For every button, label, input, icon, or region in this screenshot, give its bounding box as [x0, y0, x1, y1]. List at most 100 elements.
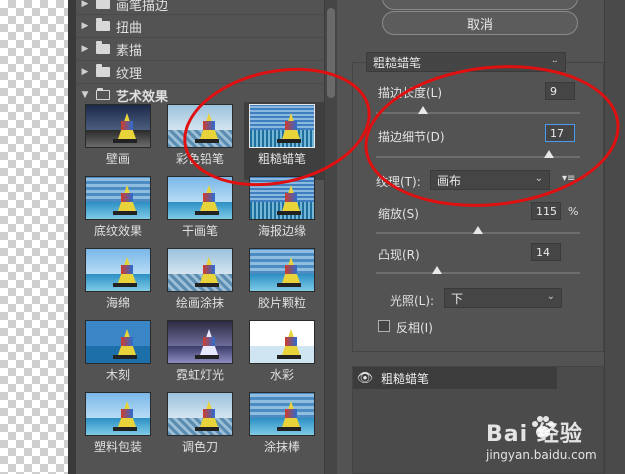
filter-label: 调色刀	[181, 440, 218, 454]
filter-watercolor[interactable]: 水彩	[244, 318, 324, 396]
filter-smudge-stick[interactable]: 涂抹棒	[244, 390, 324, 468]
filter-sponge[interactable]: 海绵	[80, 246, 160, 324]
ok-button[interactable]	[382, 0, 578, 10]
category-label: 纹理	[116, 66, 143, 82]
gallery-scrollbar[interactable]	[324, 0, 337, 474]
stroke-length-label: 描边长度(L)	[378, 86, 443, 100]
watermark-brand: Bai 经验	[486, 422, 583, 447]
folder-icon	[96, 41, 110, 54]
scaling-unit: %	[568, 205, 579, 218]
filter-label: 胶片颗粒	[257, 296, 306, 310]
filter-thumbnail	[249, 104, 315, 148]
category-texture[interactable]: ▶ 纹理	[80, 62, 142, 82]
stroke-length-slider-track[interactable]	[376, 112, 580, 114]
texture-select-value: 画布	[437, 173, 462, 188]
filter-label: 干画笔	[181, 224, 218, 238]
filter-thumbnail	[85, 104, 151, 148]
category-label: 画笔描边	[116, 0, 169, 14]
scaling-input[interactable]: 115	[531, 202, 561, 220]
relief-slider-knob[interactable]	[432, 266, 443, 274]
filter-thumbnail	[85, 248, 151, 292]
light-select-value: 下	[451, 291, 464, 306]
filter-label: 水彩	[269, 368, 294, 382]
texture-label: 纹理(T):	[376, 175, 421, 189]
stroke-length-input[interactable]: 9	[545, 82, 575, 100]
filter-thumbnail	[167, 392, 233, 436]
filter-thumbnail	[249, 248, 315, 292]
folder-open-icon	[96, 88, 110, 100]
chevron-right-icon: ▶	[81, 0, 89, 9]
relief-slider-track[interactable]	[376, 272, 580, 274]
filter-thumbnail	[85, 392, 151, 436]
filter-underpainting[interactable]: 底纹效果	[80, 174, 160, 252]
filter-paint-daubs[interactable]: 绘画涂抹	[162, 246, 242, 324]
filter-label: 霓虹灯光	[175, 368, 224, 382]
filter-thumbnail	[249, 392, 315, 436]
filter-thumbnail	[249, 320, 315, 364]
relief-input[interactable]: 14	[531, 243, 561, 261]
relief-label: 凸现(R)	[378, 248, 420, 262]
watermark-url: jingyan.baidu.com	[486, 448, 597, 462]
divider	[76, 60, 324, 61]
filter-label: 木刻	[105, 368, 130, 382]
chevron-down-icon: ⌄	[546, 291, 555, 302]
stroke-detail-input[interactable]: 17	[545, 124, 575, 142]
category-sketch[interactable]: ▶ 素描	[80, 39, 142, 59]
folder-icon	[96, 18, 110, 31]
stroke-detail-slider-knob[interactable]	[544, 150, 555, 158]
filter-rough-pastels[interactable]: 粗糙蜡笔	[244, 102, 324, 180]
right-edge-strip	[604, 0, 625, 474]
filter-thumbnail	[167, 176, 233, 220]
category-brush-strokes[interactable]: ▶ 画笔描边	[80, 0, 168, 14]
filter-label: 海绵	[105, 296, 130, 310]
chevron-down-icon: ⌄	[534, 173, 543, 184]
category-distort[interactable]: ▶ 扭曲	[80, 16, 142, 36]
folder-icon	[96, 64, 110, 77]
folder-icon	[96, 0, 110, 9]
cancel-button[interactable]: 取消	[382, 11, 578, 35]
scaling-slider-knob[interactable]	[473, 226, 483, 234]
chevron-right-icon: ▶	[81, 44, 89, 54]
canvas-transparency	[0, 0, 68, 474]
filter-label: 壁画	[105, 152, 130, 166]
effect-layer-row[interactable]: 👁 粗糙蜡笔	[353, 367, 557, 389]
filter-label: 塑料包装	[93, 440, 142, 454]
filter-label: 涂抹棒	[263, 440, 300, 454]
filter-cutout[interactable]: 木刻	[80, 318, 160, 396]
invert-checkbox[interactable]	[378, 320, 390, 332]
invert-label: 反相(I)	[396, 321, 433, 335]
filter-fresco[interactable]: 壁画	[80, 102, 160, 180]
light-select[interactable]: 下 ⌄	[444, 288, 562, 308]
texture-menu-icon[interactable]: ▾≡	[562, 173, 575, 184]
filter-thumbnail	[85, 176, 151, 220]
filter-label: 粗糙蜡笔	[257, 152, 306, 166]
filter-film-grain[interactable]: 胶片颗粒	[244, 246, 324, 324]
filter-neon-glow[interactable]: 霓虹灯光	[162, 318, 242, 396]
filter-palette-knife[interactable]: 调色刀	[162, 390, 242, 468]
filter-label: 海报边缘	[257, 224, 306, 238]
filter-label: 彩色铅笔	[175, 152, 224, 166]
filter-thumbnail	[167, 248, 233, 292]
filter-poster-edges[interactable]: 海报边缘	[244, 174, 324, 252]
stroke-length-slider-knob[interactable]	[417, 106, 428, 114]
chevron-right-icon: ▶	[81, 21, 89, 31]
filter-plastic-wrap[interactable]: 塑料包装	[80, 390, 160, 468]
filter-dry-brush[interactable]: 干画笔	[162, 174, 242, 252]
canvas-edge	[68, 0, 76, 474]
texture-select[interactable]: 画布 ⌄	[430, 170, 550, 190]
filter-thumbnail	[85, 320, 151, 364]
category-label: 扭曲	[116, 20, 143, 36]
filter-label: 底纹效果	[93, 224, 142, 238]
category-label: 素描	[116, 43, 143, 59]
divider	[76, 37, 324, 38]
filter-colored-pencil[interactable]: 彩色铅笔	[162, 102, 242, 180]
scrollbar-thumb[interactable]	[327, 8, 335, 98]
chevron-down-icon: ▼	[81, 90, 89, 100]
filter-thumbnail	[167, 104, 233, 148]
eye-icon[interactable]: 👁	[353, 371, 377, 386]
effect-layer-name: 粗糙蜡笔	[381, 371, 430, 386]
filter-label: 绘画涂抹	[175, 296, 224, 310]
divider	[76, 83, 324, 84]
light-label: 光照(L):	[390, 294, 435, 308]
scaling-label: 缩放(S)	[378, 207, 419, 221]
